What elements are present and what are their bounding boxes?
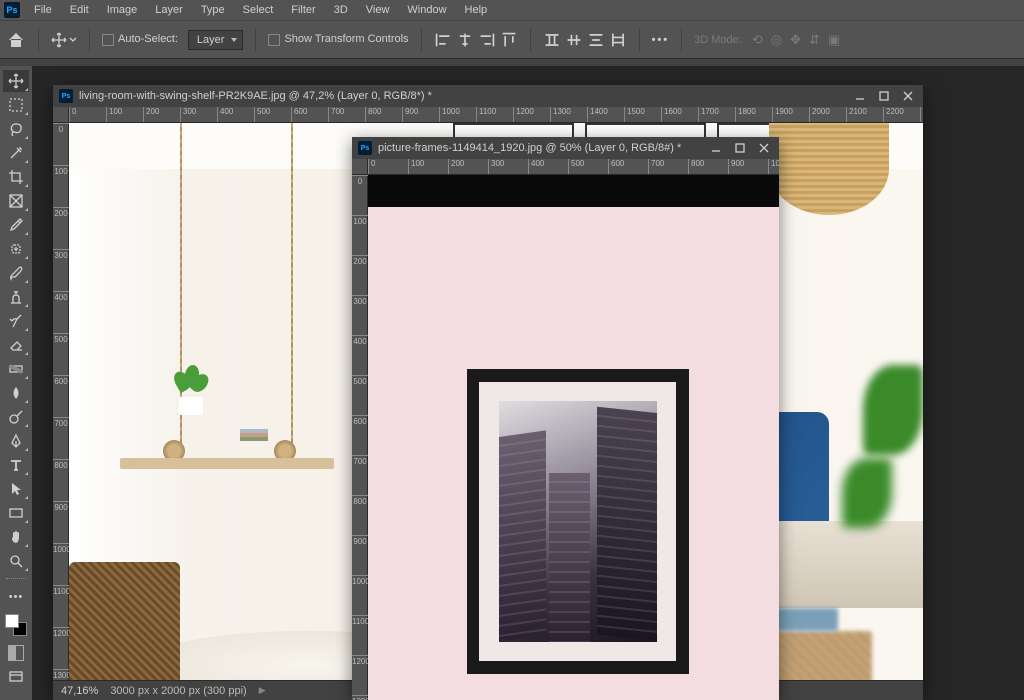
workspace: Ps living-room-with-swing-shelf-PR2K9AE.… [32,66,1024,700]
menu-3d[interactable]: 3D [326,2,356,18]
toolbox: ••• [0,66,32,700]
app-logo: Ps [4,2,20,18]
3d-mode-icons: ⟲ ◎ ✥ ⇵ ▣ [752,32,840,48]
ps-icon: Ps [59,89,73,103]
menu-window[interactable]: Window [399,2,454,18]
separator [89,28,90,52]
align-group-1 [434,31,518,49]
healing-tool[interactable] [3,238,29,260]
eyedropper-tool[interactable] [3,214,29,236]
crop-tool[interactable] [3,166,29,188]
menu-layer[interactable]: Layer [147,2,191,18]
auto-select-checkbox[interactable]: Auto-Select: [102,33,178,45]
clone-tool[interactable] [3,286,29,308]
dist-vcenter-icon[interactable] [565,31,583,49]
options-bar: Auto-Select: Layer Show Transform Contro… [0,20,1024,58]
quick-mask-icon[interactable] [3,642,29,664]
3d-orbit-icon[interactable]: ⟲ [752,32,763,48]
maximize-button[interactable] [875,89,893,103]
eraser-tool[interactable] [3,334,29,356]
menu-help[interactable]: Help [457,2,496,18]
ruler-horizontal[interactable]: 0100200300400500600700800900100011001200… [53,107,923,123]
gradient-tool[interactable] [3,358,29,380]
type-tool[interactable] [3,454,29,476]
close-button[interactable] [899,89,917,103]
expand-handle[interactable] [0,58,1024,66]
3d-slide-icon[interactable]: ⇵ [809,32,820,48]
hand-tool[interactable] [3,526,29,548]
separator [681,28,682,52]
zoom-tool[interactable] [3,550,29,572]
marquee-tool[interactable] [3,94,29,116]
minimize-button[interactable] [707,141,725,155]
chevron-down-icon [69,36,77,44]
dist-left-icon[interactable] [609,31,627,49]
separator [255,28,256,52]
magic-wand-tool[interactable] [3,142,29,164]
lasso-tool[interactable] [3,118,29,140]
move-icon [51,32,67,48]
ps-icon: Ps [358,141,372,155]
align-left-icon[interactable] [434,31,452,49]
ruler-vertical[interactable]: 0100200300400500600700800900100011001200… [352,175,368,700]
ruler-horizontal[interactable]: 01002003004005006007008009001000 [352,159,779,175]
ruler-vertical[interactable]: 0100200300400500600700800900100011001200… [53,123,69,700]
3d-pan-icon[interactable]: ✥ [790,32,801,48]
show-transform-label: Show Transform Controls [284,33,408,45]
path-select-tool[interactable] [3,478,29,500]
home-icon[interactable] [6,30,26,50]
pen-tool[interactable] [3,430,29,452]
color-swatches[interactable] [5,614,27,636]
move-tool[interactable] [3,70,29,92]
frame-tool[interactable] [3,190,29,212]
align-right-icon[interactable] [478,31,496,49]
document-dimensions[interactable]: 3000 px x 2000 px (300 ppi) [110,685,246,697]
auto-select-dropdown[interactable]: Layer [188,30,244,50]
align-group-2 [543,31,627,49]
zoom-level[interactable]: 47,16% [61,685,98,697]
separator [639,28,640,52]
edit-toolbar-icon[interactable]: ••• [3,586,29,608]
menu-type[interactable]: Type [193,2,233,18]
more-options-icon[interactable]: ••• [652,34,670,46]
align-top-icon[interactable] [500,31,518,49]
3d-roll-icon[interactable]: ◎ [771,32,782,48]
document-window-2: Ps picture-frames-1149414_1920.jpg @ 50%… [352,137,779,700]
blur-tool[interactable] [3,382,29,404]
move-tool-indicator[interactable] [51,32,77,48]
align-hcenter-icon[interactable] [456,31,474,49]
show-transform-checkbox[interactable]: Show Transform Controls [268,33,408,45]
minimize-button[interactable] [851,89,869,103]
status-caret-icon[interactable]: ▶ [259,685,266,696]
doc2-image-content [368,175,779,700]
3d-camera-icon[interactable]: ▣ [828,32,840,48]
menu-filter[interactable]: Filter [283,2,323,18]
doc1-title: living-room-with-swing-shelf-PR2K9AE.jpg… [79,90,845,102]
close-button[interactable] [755,141,773,155]
menu-edit[interactable]: Edit [62,2,97,18]
screen-mode-icon[interactable] [3,666,29,688]
doc2-canvas[interactable] [368,175,779,700]
3d-mode-label: 3D Mode: [694,34,742,46]
history-brush-tool[interactable] [3,310,29,332]
auto-select-label: Auto-Select: [118,33,178,45]
doc2-title: picture-frames-1149414_1920.jpg @ 50% (L… [378,142,701,154]
separator [421,28,422,52]
brush-tool[interactable] [3,262,29,284]
separator [530,28,531,52]
doc2-titlebar[interactable]: Ps picture-frames-1149414_1920.jpg @ 50%… [352,137,779,159]
menu-select[interactable]: Select [235,2,282,18]
dodge-tool[interactable] [3,406,29,428]
dist-bottom-icon[interactable] [587,31,605,49]
menu-file[interactable]: File [26,2,60,18]
separator [38,28,39,52]
doc1-titlebar[interactable]: Ps living-room-with-swing-shelf-PR2K9AE.… [53,85,923,107]
menu-image[interactable]: Image [99,2,146,18]
tool-divider [6,578,26,580]
rectangle-tool[interactable] [3,502,29,524]
maximize-button[interactable] [731,141,749,155]
dist-top-icon[interactable] [543,31,561,49]
menu-view[interactable]: View [358,2,398,18]
menu-bar: Ps File Edit Image Layer Type Select Fil… [0,0,1024,20]
